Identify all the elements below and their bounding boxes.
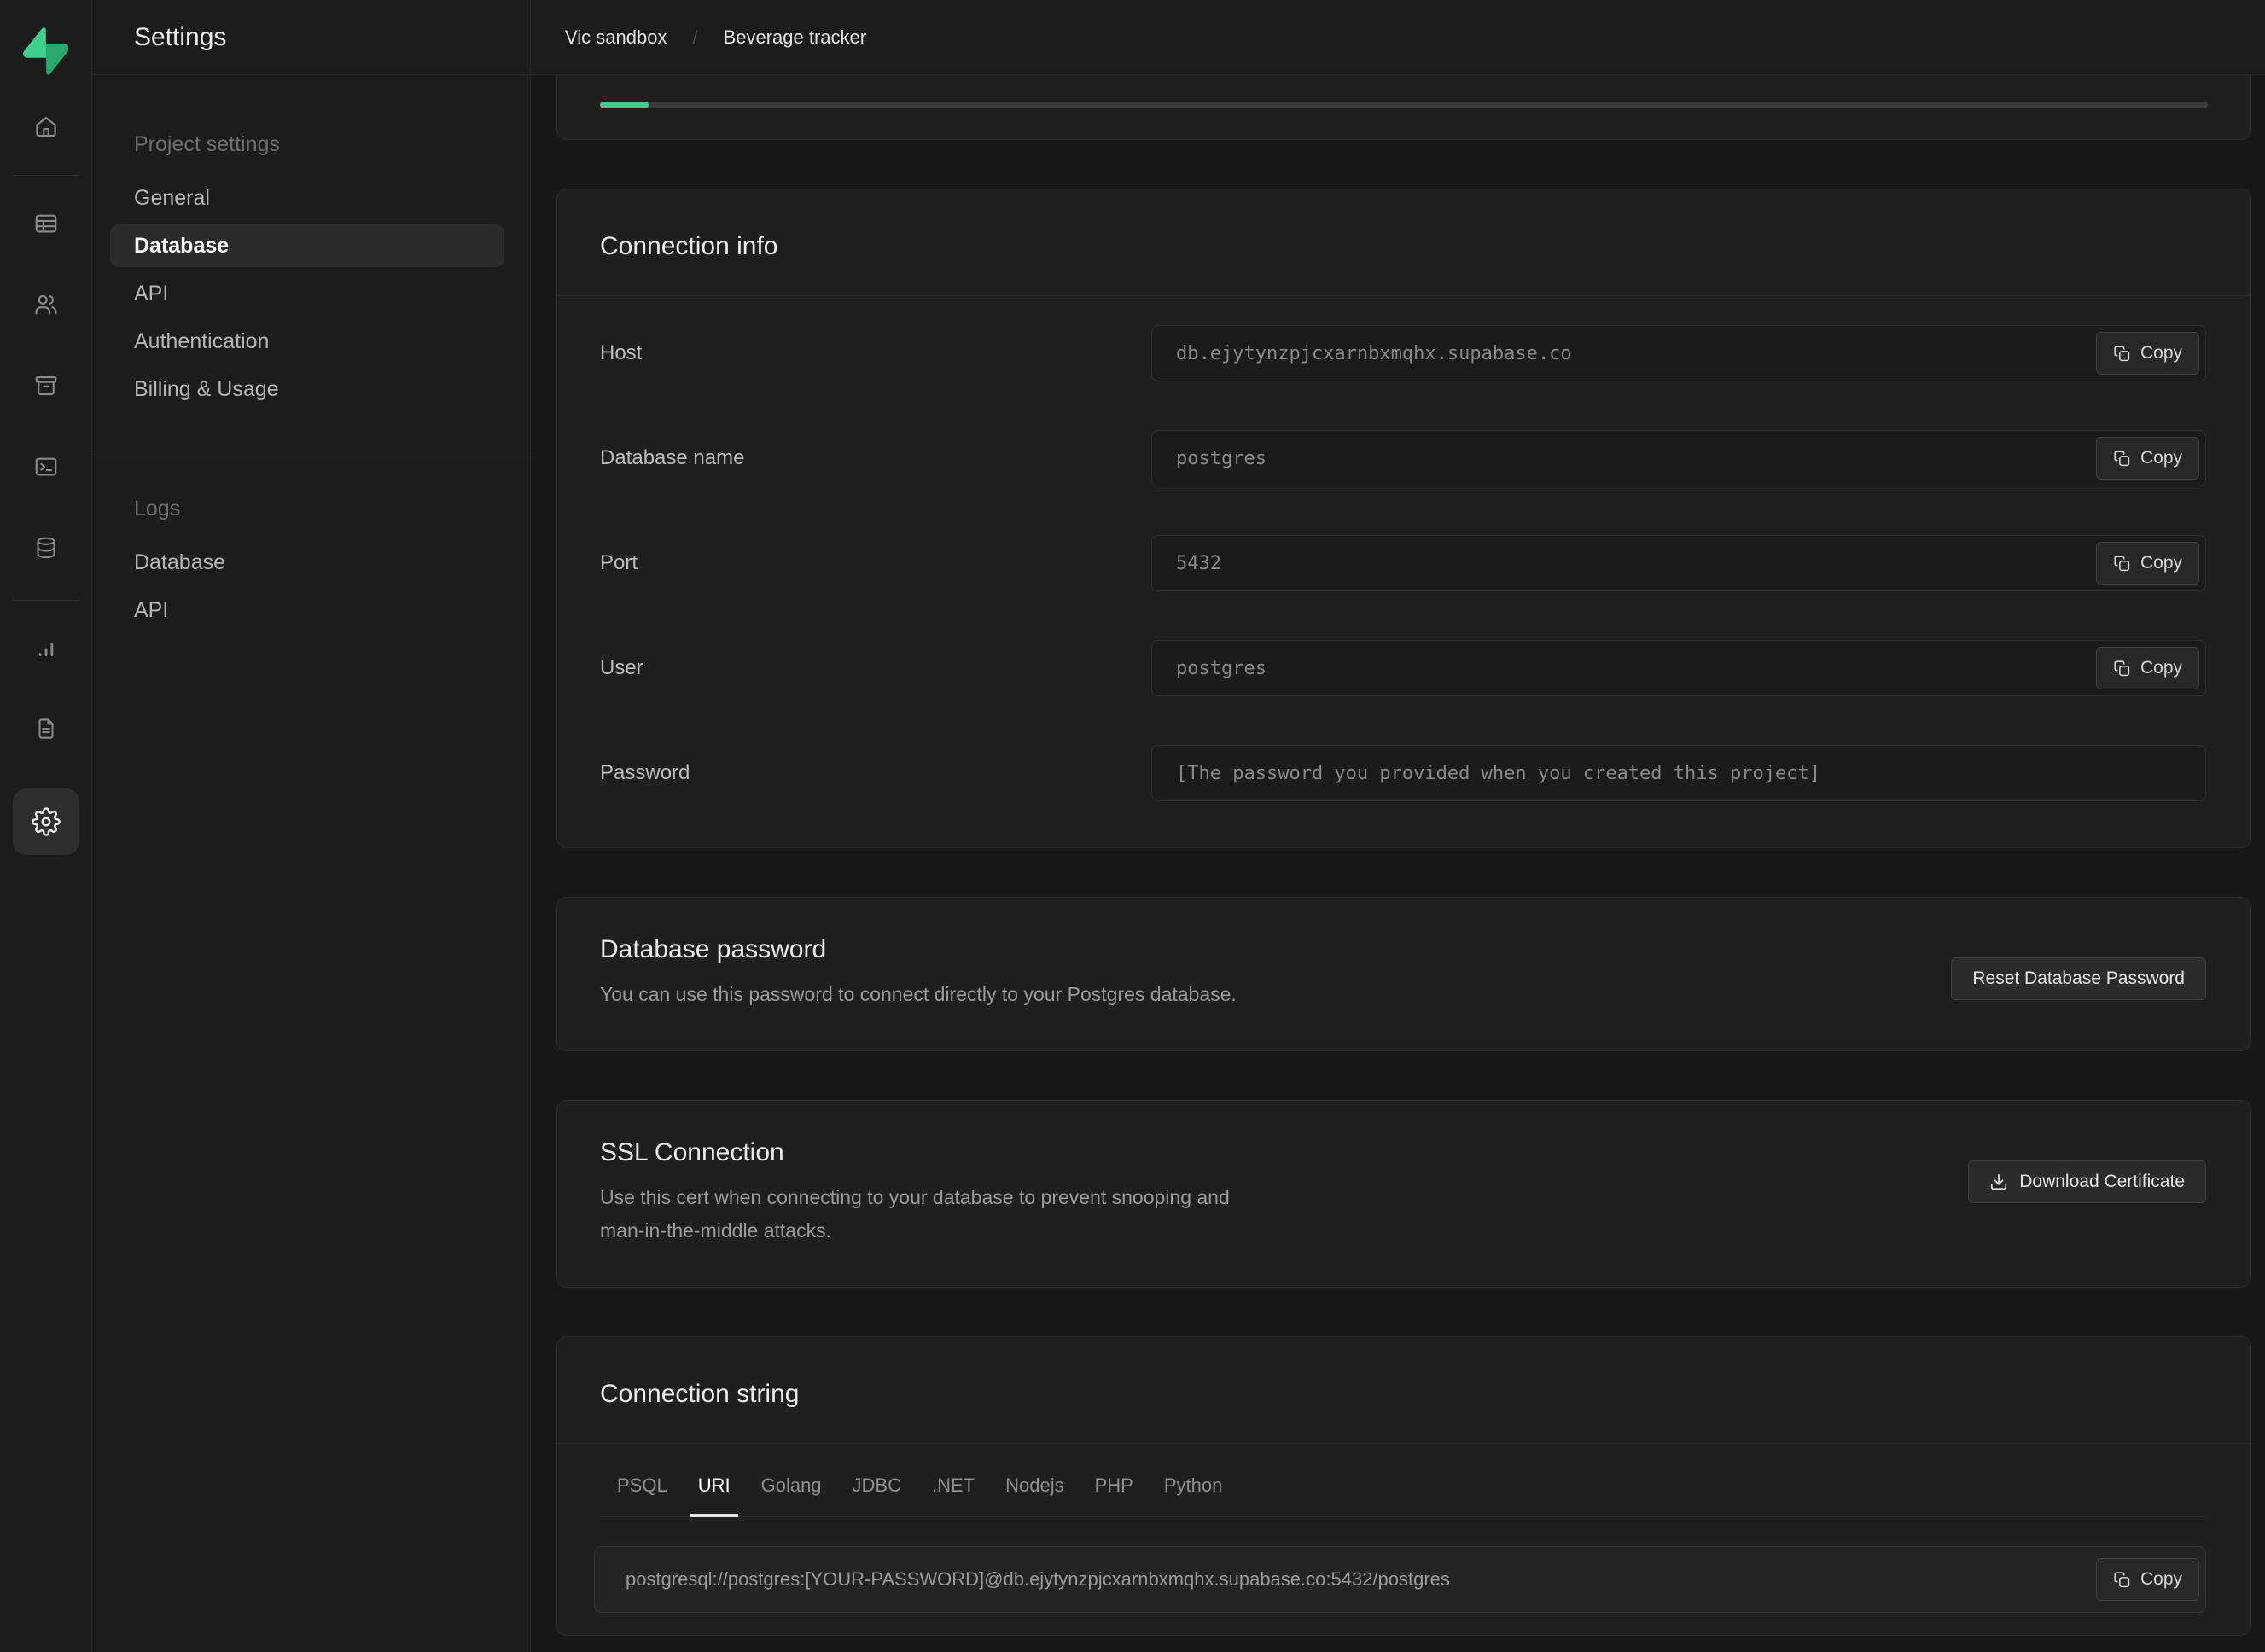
ssl-connection-title: SSL Connection [600, 1138, 2206, 1167]
sidebar-item-logs-api[interactable]: API [110, 589, 504, 631]
copy-connection-string-button[interactable]: Copy [2096, 1558, 2199, 1601]
port-label: Port [600, 551, 1151, 575]
storage-icon[interactable] [33, 373, 59, 398]
password-input[interactable]: [The password you provided when you crea… [1151, 745, 2206, 801]
home-icon[interactable] [33, 113, 59, 139]
main-area: Vic sandbox / Beverage tracker 9.31 MB 5… [531, 0, 2265, 1652]
database-name-input[interactable]: postgres Copy [1151, 430, 2206, 486]
database-size-card: 9.31 MB 500 MB [556, 75, 2251, 140]
sidebar-nav: Project settings General Database API Au… [92, 75, 530, 637]
user-row: User postgres Copy [600, 640, 2206, 696]
copy-host-button[interactable]: Copy [2096, 332, 2199, 375]
host-label: Host [600, 341, 1151, 365]
database-password-card: Database password You can use this passw… [556, 897, 2251, 1051]
copy-user-button[interactable]: Copy [2096, 647, 2199, 689]
sidebar-item-authentication[interactable]: Authentication [110, 320, 504, 363]
database-name-row: Database name postgres Copy [600, 430, 2206, 486]
download-certificate-button[interactable]: Download Certificate [1968, 1160, 2206, 1203]
connection-string-card: Connection string PSQL URI Golang JDBC .… [556, 1336, 2251, 1636]
connection-string-title: Connection string [600, 1380, 2208, 1409]
breadcrumb-separator: / [692, 26, 697, 49]
download-icon [1989, 1172, 2008, 1191]
icon-rail [0, 0, 92, 1652]
authentication-users-icon[interactable] [33, 292, 59, 317]
sidebar-item-general[interactable]: General [110, 177, 504, 219]
ssl-connection-card: SSL Connection Use this cert when connec… [556, 1100, 2251, 1288]
user-label: User [600, 656, 1151, 680]
database-size-used: 9.31 MB [600, 75, 689, 79]
breadcrumb-project[interactable]: Vic sandbox [565, 26, 667, 49]
password-label: Password [600, 761, 1151, 785]
sidebar-item-billing-usage[interactable]: Billing & Usage [110, 368, 504, 410]
password-row: Password [The password you provided when… [600, 745, 2206, 801]
sidebar-item-database[interactable]: Database [110, 224, 504, 267]
tab-php[interactable]: PHP [1087, 1475, 1141, 1517]
copy-database-name-button[interactable]: Copy [2096, 437, 2199, 480]
supabase-logo-icon[interactable] [23, 27, 69, 75]
port-value: 5432 [1176, 553, 2096, 574]
breadcrumb: Vic sandbox / Beverage tracker [531, 0, 2265, 75]
sql-editor-icon[interactable] [33, 454, 59, 480]
sidebar-header: Settings [92, 0, 530, 75]
sidebar-item-api[interactable]: API [110, 272, 504, 315]
database-name-label: Database name [600, 446, 1151, 470]
connection-info-card: Connection info Host db.ejytynzpjcxarnbx… [556, 189, 2251, 848]
app-root: Settings Project settings General Databa… [0, 0, 2265, 1652]
copy-icon [2113, 1571, 2131, 1589]
user-input[interactable]: postgres Copy [1151, 640, 2206, 696]
settings-content: 9.31 MB 500 MB Connection info Host db.e… [531, 75, 2265, 1652]
host-value: db.ejytynzpjcxarnbxmqhx.supabase.co [1176, 343, 2096, 364]
database-password-description: You can use this password to connect dir… [600, 978, 1283, 1011]
settings-gear-icon[interactable] [13, 788, 79, 855]
user-value: postgres [1176, 658, 2096, 679]
tab-nodejs[interactable]: Nodejs [998, 1475, 1071, 1517]
host-input[interactable]: db.ejytynzpjcxarnbxmqhx.supabase.co Copy [1151, 325, 2206, 381]
copy-icon [2113, 660, 2131, 678]
copy-port-button[interactable]: Copy [2096, 542, 2199, 585]
breadcrumb-page[interactable]: Beverage tracker [724, 26, 867, 49]
port-row: Port 5432 Copy [600, 535, 2206, 591]
host-row: Host db.ejytynzpjcxarnbxmqhx.supabase.co… [600, 325, 2206, 381]
page-title: Settings [134, 23, 226, 52]
connection-string-value: postgresql://postgres:[YOUR-PASSWORD]@db… [626, 1568, 2096, 1591]
usage-progress-fill [600, 102, 649, 108]
rail-divider [13, 600, 79, 601]
settings-sidebar: Settings Project settings General Databa… [92, 0, 531, 1652]
sidebar-item-logs-database[interactable]: Database [110, 541, 504, 584]
tab-dotnet[interactable]: .NET [924, 1475, 982, 1517]
database-name-value: postgres [1176, 448, 2096, 469]
copy-icon [2113, 555, 2131, 573]
rail-divider [13, 175, 79, 176]
tab-golang[interactable]: Golang [754, 1475, 830, 1517]
copy-icon [2113, 450, 2131, 468]
connection-info-title: Connection info [600, 232, 2208, 261]
connection-string-tabs: PSQL URI Golang JDBC .NET Nodejs PHP Pyt… [600, 1444, 2208, 1517]
tab-python[interactable]: Python [1156, 1475, 1231, 1517]
database-icon[interactable] [33, 535, 59, 561]
reports-chart-icon[interactable] [33, 637, 59, 662]
tab-jdbc[interactable]: JDBC [845, 1475, 909, 1517]
password-value: [The password you provided when you crea… [1176, 763, 2199, 784]
logs-file-icon[interactable] [33, 716, 59, 742]
tab-psql[interactable]: PSQL [609, 1475, 675, 1517]
connection-string-input[interactable]: postgresql://postgres:[YOUR-PASSWORD]@db… [594, 1546, 2206, 1613]
usage-progress-bar [600, 102, 2208, 108]
port-input[interactable]: 5432 Copy [1151, 535, 2206, 591]
tab-uri[interactable]: URI [690, 1475, 738, 1517]
copy-icon [2113, 345, 2131, 363]
ssl-connection-description: Use this cert when connecting to your da… [600, 1181, 1231, 1248]
section-heading-project-settings: Project settings [134, 123, 504, 166]
section-heading-logs: Logs [134, 487, 504, 530]
database-size-limit: 500 MB [2137, 75, 2208, 79]
table-editor-icon[interactable] [33, 211, 59, 236]
reset-database-password-button[interactable]: Reset Database Password [1951, 957, 2206, 1000]
